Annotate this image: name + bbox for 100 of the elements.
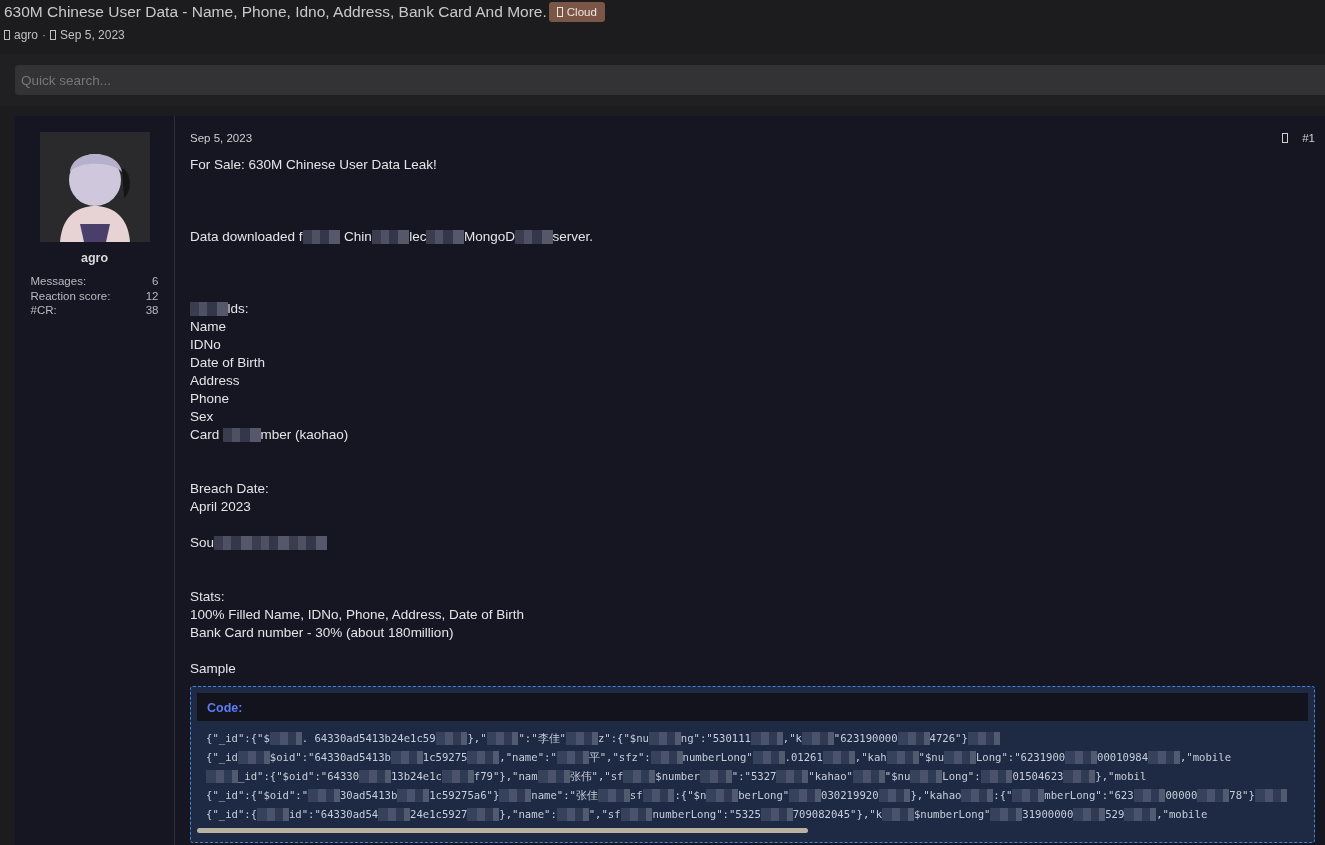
- redaction-mark: [537, 770, 570, 783]
- code-text: {"_id":{"$oid":": [206, 788, 309, 804]
- code-text: 01504623: [1012, 769, 1064, 784]
- code-text: {"_id: [206, 750, 238, 766]
- redaction-mark: [371, 230, 410, 244]
- code-text: "$nu: [884, 769, 911, 784]
- code-text: $oid":"64330ad5413b: [269, 750, 391, 765]
- post-text: server.: [552, 228, 594, 246]
- redaction-mark: [699, 770, 732, 783]
- code-text: 30ad5413b: [339, 788, 398, 803]
- code-text: ","sf: [588, 807, 621, 822]
- code-text: 00010984: [1097, 750, 1149, 765]
- redaction-mark: [223, 428, 261, 442]
- stat-label: Reaction score:: [30, 288, 111, 303]
- code-text: .01261: [784, 750, 823, 765]
- scrollbar-thumb[interactable]: [197, 828, 809, 833]
- stat-value: 12: [145, 288, 159, 303]
- author-link[interactable]: agro: [14, 28, 39, 42]
- redaction-mark: [556, 751, 589, 764]
- code-text: 31900000: [1022, 807, 1074, 822]
- redaction-mark: [426, 230, 464, 244]
- redaction-mark: [597, 789, 630, 802]
- redaction-mark: [289, 536, 327, 550]
- code-text: "623190000: [833, 731, 898, 746]
- redaction-mark: [822, 751, 855, 764]
- search-field[interactable]: Quick search...: [15, 65, 1325, 95]
- post-text: Address: [190, 372, 240, 390]
- redaction-mark: [1012, 789, 1045, 802]
- stat-label: Messages:: [30, 274, 87, 289]
- code-text: $number: [655, 769, 700, 784]
- stat-value: 6: [152, 274, 159, 289]
- code-text: ,"mobile: [1156, 807, 1208, 822]
- code-text: ng":"530111: [680, 731, 751, 746]
- code-text: },"kahao: [910, 788, 962, 803]
- code-text: },"mobil: [1095, 769, 1147, 784]
- redaction-mark: [237, 751, 270, 764]
- redaction-mark: [397, 789, 430, 802]
- post-text: April 2023: [190, 498, 251, 516]
- user-name[interactable]: agro: [80, 251, 109, 265]
- redaction-mark: [623, 770, 656, 783]
- thread-title: 630M Chinese User Data - Name, Phone, Idno, Address, Bank Card And More.: [4, 3, 547, 21]
- redaction-mark: [801, 732, 834, 745]
- redaction-mark: [556, 808, 589, 821]
- post-date[interactable]: Sep 5, 2023: [190, 132, 253, 144]
- post-text: Name: [190, 318, 226, 336]
- redaction-mark: [910, 770, 943, 783]
- redaction-mark: [853, 770, 885, 783]
- code-text: 13b24e1c: [390, 769, 442, 784]
- redaction-mark: [886, 751, 919, 764]
- code-text: ,"name":": [499, 750, 557, 765]
- code-text: berLong": [738, 788, 790, 803]
- post-text: Stats:: [190, 588, 225, 606]
- redaction-mark: [648, 732, 681, 745]
- redaction-mark: [789, 789, 822, 802]
- redaction-mark: [1197, 789, 1230, 802]
- redaction-mark: [752, 751, 785, 764]
- code-text: 529: [1105, 807, 1125, 822]
- redaction-mark: [1148, 751, 1180, 764]
- post-text: Bank Card number - 30% (about 180million): [190, 624, 454, 642]
- code-text: 1c59275: [422, 750, 468, 765]
- redaction-mark: [486, 732, 519, 745]
- redaction-mark: [302, 230, 341, 244]
- code-text: Long":: [942, 769, 981, 784]
- redaction-mark: [944, 751, 976, 764]
- redaction-mark: [359, 770, 391, 783]
- code-text: id":"64330ad54: [288, 807, 379, 822]
- code-text: numberLong":"5325: [652, 807, 761, 822]
- post-text: Chin: [342, 228, 372, 246]
- redaction-mark: [1063, 770, 1096, 783]
- redaction-mark: [990, 808, 1023, 821]
- code-label: Code:: [207, 701, 243, 715]
- post-text: Sou: [190, 534, 215, 552]
- redaction-mark: [750, 732, 783, 745]
- post-text: lds:: [227, 300, 249, 318]
- redaction-mark: [435, 732, 468, 745]
- redaction-mark: [961, 789, 994, 802]
- redaction-mark: [190, 302, 228, 316]
- code-text: :{"$n: [674, 788, 707, 803]
- missing-glyph-icon[interactable]: [1282, 133, 1289, 143]
- code-text: f79"},"nam: [473, 769, 538, 784]
- post-text: IDNo: [190, 336, 221, 354]
- redaction-mark: [515, 230, 553, 244]
- post-number[interactable]: #1: [1302, 132, 1315, 144]
- category-tag[interactable]: Cloud: [548, 2, 605, 22]
- post-text: MongoD: [463, 228, 515, 246]
- thread-date[interactable]: Sep 5, 2023: [60, 28, 125, 42]
- code-text: 78"}: [1229, 788, 1255, 803]
- post-text: Phone: [190, 390, 230, 408]
- post-text: mber (kaohao): [260, 426, 349, 444]
- post-text: For Sale: 630M Chinese User Data Leak!: [190, 156, 437, 174]
- redaction-mark: [776, 770, 809, 783]
- code-text: z":{"$nu: [597, 731, 649, 746]
- code-text: {"_id":{: [206, 807, 258, 823]
- redaction-mark: [1124, 808, 1157, 821]
- code-text: name":"张佳: [531, 788, 598, 803]
- code-text: ":"5327: [731, 769, 777, 784]
- redaction-mark: [214, 536, 252, 550]
- code-text: },": [467, 731, 487, 746]
- stat-value: 38: [145, 303, 159, 318]
- redaction-mark: [620, 808, 653, 821]
